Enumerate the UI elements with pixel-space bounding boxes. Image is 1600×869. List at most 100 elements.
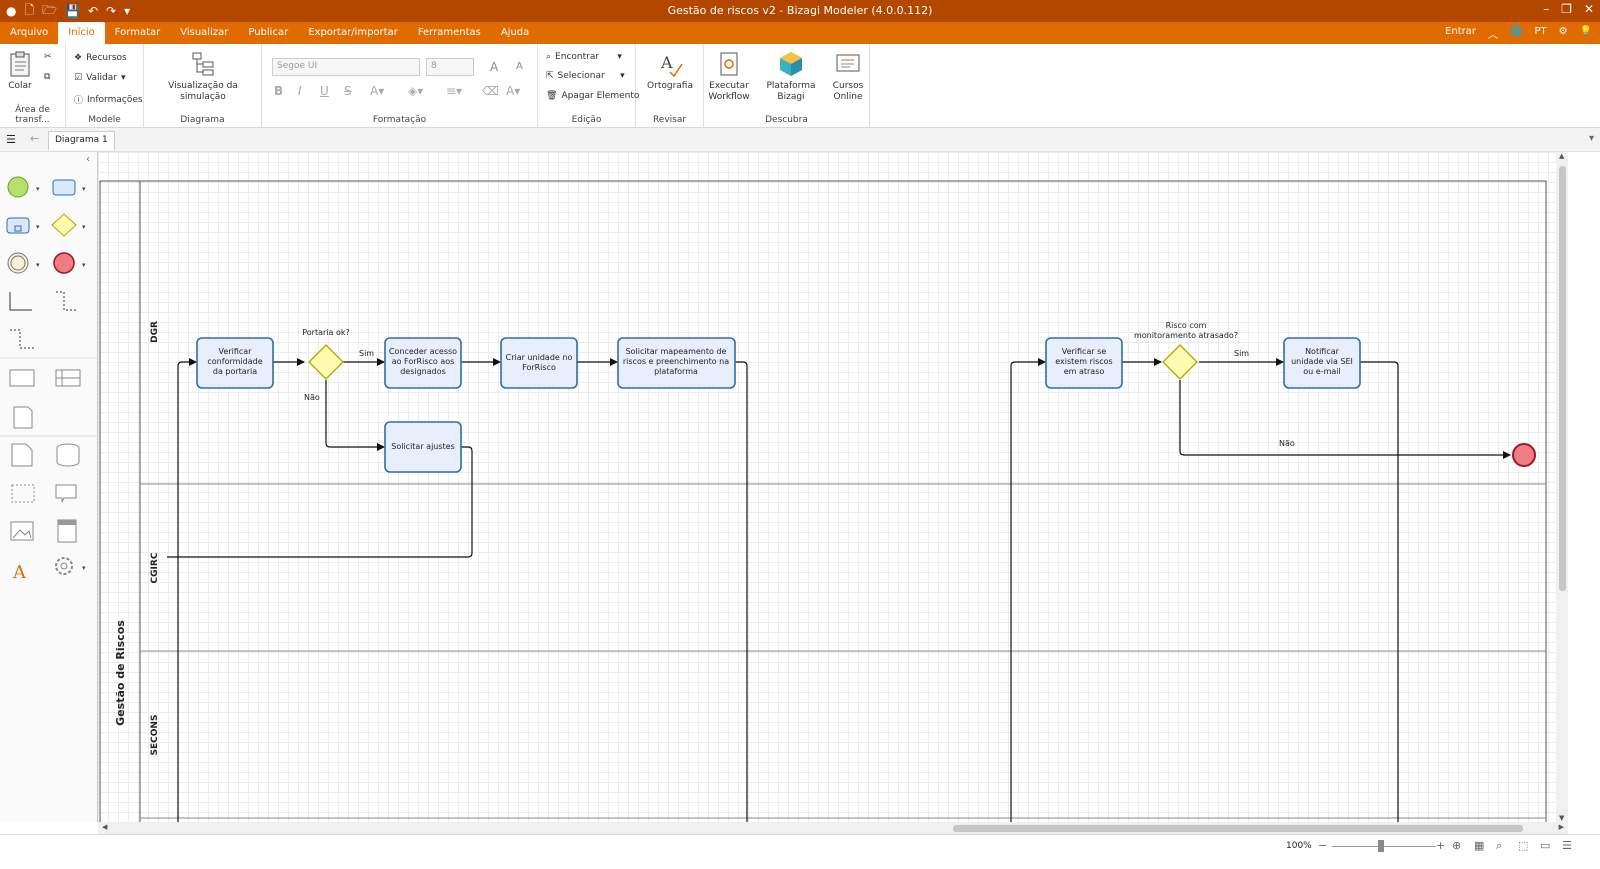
minimize-icon[interactable]: – bbox=[1543, 2, 1549, 16]
online-courses-button[interactable]: Cursos Online bbox=[830, 50, 866, 103]
vertical-scroll-thumb[interactable] bbox=[1559, 166, 1566, 591]
sequence-flow[interactable] bbox=[1179, 380, 1511, 459]
diagram-explorer-icon[interactable]: ☰ bbox=[6, 133, 16, 146]
association-icon[interactable] bbox=[10, 329, 34, 349]
select-button[interactable]: ⇱ Selecionar ▾ bbox=[546, 71, 625, 81]
extensions-gear-icon[interactable]: ▾ bbox=[55, 557, 86, 575]
tab-inicio[interactable]: Início bbox=[58, 22, 105, 44]
task-solicitar-mapeamento[interactable]: Solicitar mapeamento de riscos e preenchi… bbox=[617, 337, 736, 389]
new-file-icon[interactable]: 🗋 bbox=[24, 1, 34, 22]
grid-view-icon[interactable]: ▦ bbox=[1474, 839, 1484, 852]
intermediate-event-icon[interactable]: ▾ bbox=[7, 252, 40, 274]
info-button[interactable]: ⓘ Informações bbox=[74, 93, 143, 107]
globe-icon[interactable]: 🌐 bbox=[1510, 26, 1522, 41]
find-button[interactable]: ⌕ Encontrar ▾ bbox=[546, 52, 622, 62]
zoom-out-icon[interactable]: − bbox=[1318, 839, 1327, 852]
undo-icon[interactable]: ↶ bbox=[88, 4, 98, 18]
tab-ajuda[interactable]: Ajuda bbox=[491, 22, 539, 44]
clear-format-icon[interactable]: ⌫ bbox=[482, 84, 499, 98]
back-arrow-icon[interactable]: ← bbox=[30, 132, 39, 145]
delete-element-button[interactable]: 🗑 Apagar Elemento bbox=[546, 91, 639, 101]
data-store-icon[interactable] bbox=[56, 443, 80, 467]
cut-icon[interactable]: ✂ bbox=[44, 52, 52, 62]
grow-font-icon[interactable]: A bbox=[490, 60, 498, 74]
settings-icon[interactable]: ☰ bbox=[1562, 839, 1572, 852]
customize-qat-icon[interactable]: ▾ bbox=[124, 4, 130, 18]
sequence-flow[interactable] bbox=[325, 380, 385, 451]
subprocess-shape-icon[interactable]: ▾ bbox=[6, 217, 40, 234]
text-style-icon[interactable]: A▾ bbox=[506, 84, 520, 98]
tab-visualizar[interactable]: Visualizar bbox=[170, 22, 238, 44]
phase-icon[interactable] bbox=[13, 406, 33, 429]
zoom-fit-icon[interactable]: ⌕ bbox=[1496, 839, 1502, 853]
presentation-icon[interactable]: ▭ bbox=[1540, 839, 1550, 852]
close-icon[interactable]: ✕ bbox=[1584, 2, 1594, 16]
fit-width-icon[interactable]: ⬚ bbox=[1518, 839, 1528, 852]
scroll-right-arrow-icon[interactable]: ▶ bbox=[1559, 823, 1564, 831]
sequence-flow[interactable] bbox=[1360, 361, 1399, 822]
redo-icon[interactable]: ↷ bbox=[106, 4, 116, 18]
task-verificar-conformidade[interactable]: Verificar conformidade da portaria bbox=[196, 337, 274, 389]
table-icon[interactable] bbox=[55, 369, 81, 387]
image-icon[interactable] bbox=[10, 521, 34, 541]
lightbulb-icon[interactable]: 💡 bbox=[1580, 26, 1592, 41]
bold-icon[interactable]: B bbox=[274, 84, 283, 98]
open-file-icon[interactable]: 🗁 bbox=[42, 1, 57, 22]
font-size-select[interactable]: 8 bbox=[426, 58, 474, 76]
language-selector[interactable]: PT bbox=[1534, 26, 1546, 41]
header-icon[interactable] bbox=[57, 519, 77, 543]
data-object-icon[interactable] bbox=[11, 443, 33, 467]
scroll-left-arrow-icon[interactable]: ◀ bbox=[102, 823, 107, 831]
copy-icon[interactable]: ⧉ bbox=[44, 72, 50, 82]
underline-icon[interactable]: U bbox=[320, 84, 329, 98]
font-family-select[interactable]: Segoe UI bbox=[272, 58, 420, 76]
lane-icon[interactable] bbox=[9, 369, 35, 387]
scroll-up-arrow-icon[interactable]: ▲ bbox=[1559, 152, 1564, 160]
horizontal-scrollbar[interactable]: ◀ ▶ bbox=[98, 822, 1568, 834]
vertical-scrollbar[interactable]: ▲ ▼ bbox=[1556, 152, 1568, 822]
paste-button[interactable]: Colar bbox=[6, 50, 34, 92]
sequence-flow[interactable] bbox=[177, 358, 197, 822]
task-conceder-acesso[interactable]: Conceder acesso ao ForRisco aos designados bbox=[384, 337, 462, 389]
run-workflow-button[interactable]: Executar Workflow bbox=[706, 50, 752, 103]
tab-ferramentas[interactable]: Ferramentas bbox=[408, 22, 491, 44]
simulation-view-button[interactable]: Visualização da simulação bbox=[148, 50, 258, 103]
sequence-flow[interactable] bbox=[735, 361, 748, 822]
fit-page-icon[interactable]: ⊕ bbox=[1452, 839, 1461, 852]
fill-color-icon[interactable]: ◈▾ bbox=[408, 84, 423, 98]
annotation-icon[interactable] bbox=[55, 484, 77, 503]
conditional-flow-icon[interactable] bbox=[56, 291, 76, 311]
tabs-menu-chevron-icon[interactable]: ▾ bbox=[1589, 133, 1594, 144]
task-shape-icon[interactable]: ▾ bbox=[52, 179, 86, 196]
settings-gear-icon[interactable]: ⚙ bbox=[1559, 26, 1568, 41]
zoom-in-icon[interactable]: + bbox=[1436, 839, 1445, 852]
shrink-font-icon[interactable]: A bbox=[516, 61, 523, 72]
tab-formatar[interactable]: Formatar bbox=[105, 22, 170, 44]
end-event-icon[interactable]: ▾ bbox=[53, 252, 86, 274]
sign-in-link[interactable]: Entrar bbox=[1445, 26, 1476, 41]
tab-publicar[interactable]: Publicar bbox=[238, 22, 298, 44]
task-verificar-riscos-atraso[interactable]: Verificar se existem riscos em atraso bbox=[1045, 337, 1123, 389]
zoom-slider[interactable] bbox=[1332, 846, 1436, 847]
scroll-down-arrow-icon[interactable]: ▼ bbox=[1559, 814, 1564, 822]
save-icon[interactable]: 💾 bbox=[65, 4, 80, 18]
task-solicitar-ajustes[interactable]: Solicitar ajustes bbox=[384, 421, 462, 473]
task-notificar-unidade[interactable]: Notificar unidade via SEI ou e-mail bbox=[1283, 337, 1361, 389]
group-icon[interactable] bbox=[11, 484, 35, 503]
sequence-flow-icon[interactable] bbox=[9, 292, 32, 311]
text-icon[interactable]: A bbox=[12, 562, 27, 583]
tab-exportar-importar[interactable]: Exportar/importar bbox=[298, 22, 408, 44]
start-event-icon[interactable]: ▾ bbox=[7, 176, 40, 198]
gateway-risco-atrasado[interactable] bbox=[1162, 344, 1198, 380]
task-criar-unidade[interactable]: Criar unidade no ForRisco bbox=[500, 337, 578, 389]
horizontal-scroll-thumb[interactable] bbox=[953, 825, 1523, 832]
collapse-ribbon-icon[interactable]: ︿ bbox=[1488, 26, 1498, 41]
spelling-button[interactable]: A Ortografia bbox=[640, 50, 700, 92]
font-color-icon[interactable]: A▾ bbox=[370, 84, 384, 98]
end-event[interactable] bbox=[1512, 443, 1536, 467]
tab-arquivo[interactable]: Arquivo bbox=[0, 22, 58, 44]
strikethrough-icon[interactable]: S bbox=[344, 84, 352, 98]
align-icon[interactable]: ≡▾ bbox=[446, 84, 462, 98]
diagram-canvas[interactable]: Gestão de Riscos DGR CGIRC SECONS Verifi… bbox=[98, 152, 1556, 822]
italic-icon[interactable]: I bbox=[298, 84, 302, 98]
